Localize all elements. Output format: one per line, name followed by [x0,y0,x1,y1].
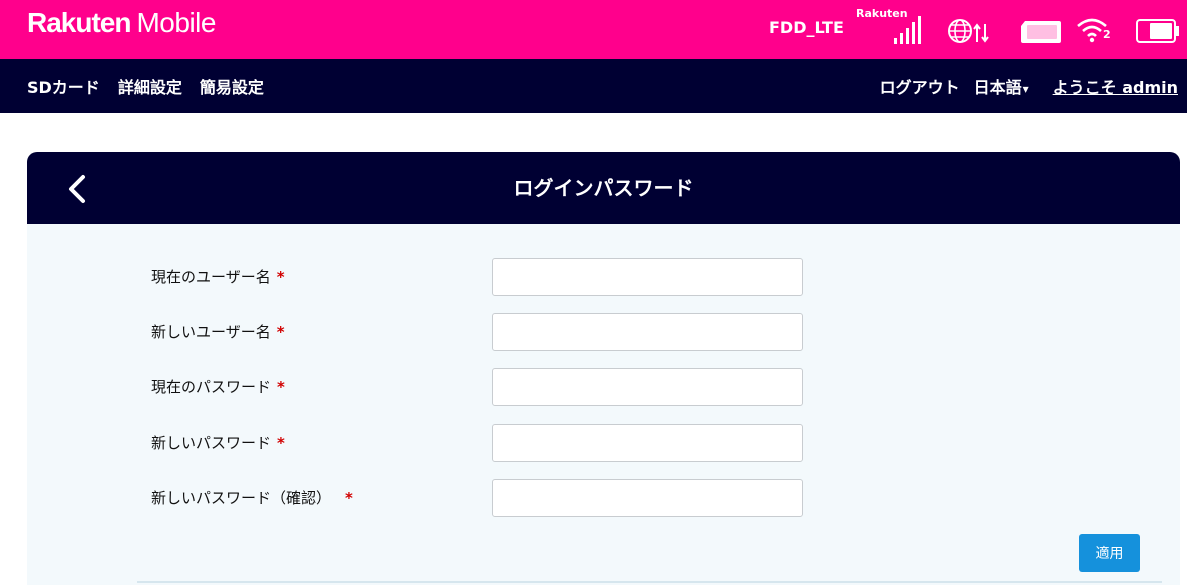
required-mark: * [276,323,285,341]
new-username-input[interactable] [492,313,803,351]
form-row-current-password: 現在のパスワード * [27,368,1180,408]
current-password-label-text: 現在のパスワード [151,378,272,396]
nav-item-quick-settings[interactable]: 簡易設定 [200,74,264,98]
form-row-current-username: 現在のユーザー名 * [27,258,1180,298]
login-password-card: ログインパスワード 現在のユーザー名 * 新しいユーザー名 * 現在のパスワード * … [27,152,1180,585]
confirm-password-label-text: 新しいパスワード（確認） [151,489,332,507]
form-row-new-password: 新しいパスワード * [27,424,1180,464]
new-password-label: 新しいパスワード * [151,432,285,453]
logo-main-text: Rakuten [27,7,131,38]
confirm-password-input[interactable] [492,479,803,517]
nav-item-sd-card[interactable]: SDカード [27,74,100,98]
network-type-label: FDD_LTE [769,18,844,37]
current-username-input[interactable] [492,258,803,296]
nav-bar: SDカード 詳細設定 簡易設定 ログアウト 日本語 ようこそ admin [0,59,1187,113]
new-username-label: 新しいユーザー名 * [151,321,285,342]
new-password-label-text: 新しいパスワード [151,434,272,452]
logo-sub-text: Mobile [136,7,216,38]
form-row-confirm-password: 新しいパスワード（確認） * [27,479,1180,519]
nav-left-menu: SDカード 詳細設定 簡易設定 [27,59,264,113]
required-mark: * [277,434,285,452]
language-dropdown[interactable]: 日本語 [974,74,1029,98]
sim-icon [1021,21,1061,43]
battery-icon [1136,19,1179,43]
apply-button[interactable]: 適用 [1079,534,1140,572]
signal-icon [894,16,921,44]
nav-right-menu: ログアウト 日本語 ようこそ admin [880,59,1178,113]
new-username-label-text: 新しいユーザー名 [151,323,271,341]
required-mark: * [345,489,353,507]
required-mark: * [277,378,285,396]
nav-item-advanced-settings[interactable]: 詳細設定 [118,74,182,98]
wifi-client-count: 2 [1103,28,1111,41]
globe-icon [948,19,989,43]
bottom-divider [137,581,1162,583]
form-row-new-username: 新しいユーザー名 * [27,313,1180,353]
card-header: ログインパスワード [27,152,1180,224]
logout-link[interactable]: ログアウト [880,74,960,98]
current-username-label: 現在のユーザー名 * [151,266,285,287]
brand-bar: Rakuten Mobile FDD_LTE Rakuten 2 [0,0,1187,59]
page-title: ログインパスワード [513,176,694,200]
current-password-label: 現在のパスワード * [151,376,285,397]
rakuten-logo: Rakuten Mobile [27,7,216,39]
welcome-user-link[interactable]: ようこそ admin [1053,74,1178,98]
current-username-label-text: 現在のユーザー名 [151,268,271,286]
confirm-password-label: 新しいパスワード（確認） * [151,487,353,508]
new-password-input[interactable] [492,424,803,462]
current-password-input[interactable] [492,368,803,406]
required-mark: * [276,268,285,286]
